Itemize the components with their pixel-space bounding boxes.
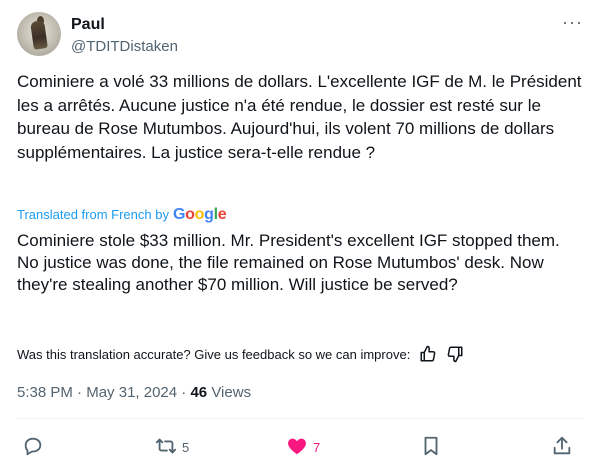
translation-attribution[interactable]: Translated from French by Google [17, 206, 227, 224]
retweet-button[interactable]: 5 [155, 434, 189, 460]
google-logo-icon: Google [172, 206, 227, 223]
reply-button[interactable] [22, 434, 49, 460]
views-label: Views [207, 384, 252, 401]
author-handle[interactable]: @TDITDistaken [71, 37, 178, 57]
tweet-header: Paul @TDITDistaken ··· [17, 12, 582, 60]
thumbs-up-icon[interactable] [419, 345, 437, 363]
tweet-meta: 5:38 PM · May 31, 2024 · 46 Views [17, 383, 251, 403]
like-button[interactable]: 7 [286, 434, 320, 460]
tweet-time[interactable]: 5:38 PM [17, 384, 73, 401]
bookmark-icon [420, 435, 442, 460]
like-count: 7 [313, 439, 321, 455]
tweet-original-text: Cominiere a volé 33 millions de dollars.… [17, 72, 582, 162]
share-button[interactable] [551, 434, 573, 460]
avatar-figure [30, 20, 48, 50]
bookmark-button[interactable] [420, 434, 442, 460]
tweet-translated-text: Cominiere stole $33 million. Mr. Preside… [17, 231, 560, 294]
tweet-actions: 5 7 [17, 434, 583, 460]
author-name[interactable]: Paul [71, 15, 105, 35]
retweet-icon [155, 435, 177, 460]
retweet-count: 5 [182, 439, 190, 455]
more-horizontal-icon[interactable]: ··· [562, 13, 582, 36]
views-count: 46 [190, 384, 208, 401]
translation-feedback: Was this translation accurate? Give us f… [17, 344, 583, 364]
meta-separator: · [177, 384, 191, 401]
divider [17, 418, 583, 419]
thumbs-down-icon[interactable] [446, 345, 464, 363]
translated-from-label: Translated from French by [17, 207, 169, 222]
share-icon [551, 435, 573, 460]
avatar[interactable] [17, 12, 61, 56]
heart-icon [286, 435, 308, 460]
reply-icon [22, 435, 44, 460]
feedback-prompt: Was this translation accurate? Give us f… [17, 346, 411, 362]
meta-separator: · [72, 384, 87, 401]
tweet-date[interactable]: May 31, 2024 [86, 384, 177, 401]
